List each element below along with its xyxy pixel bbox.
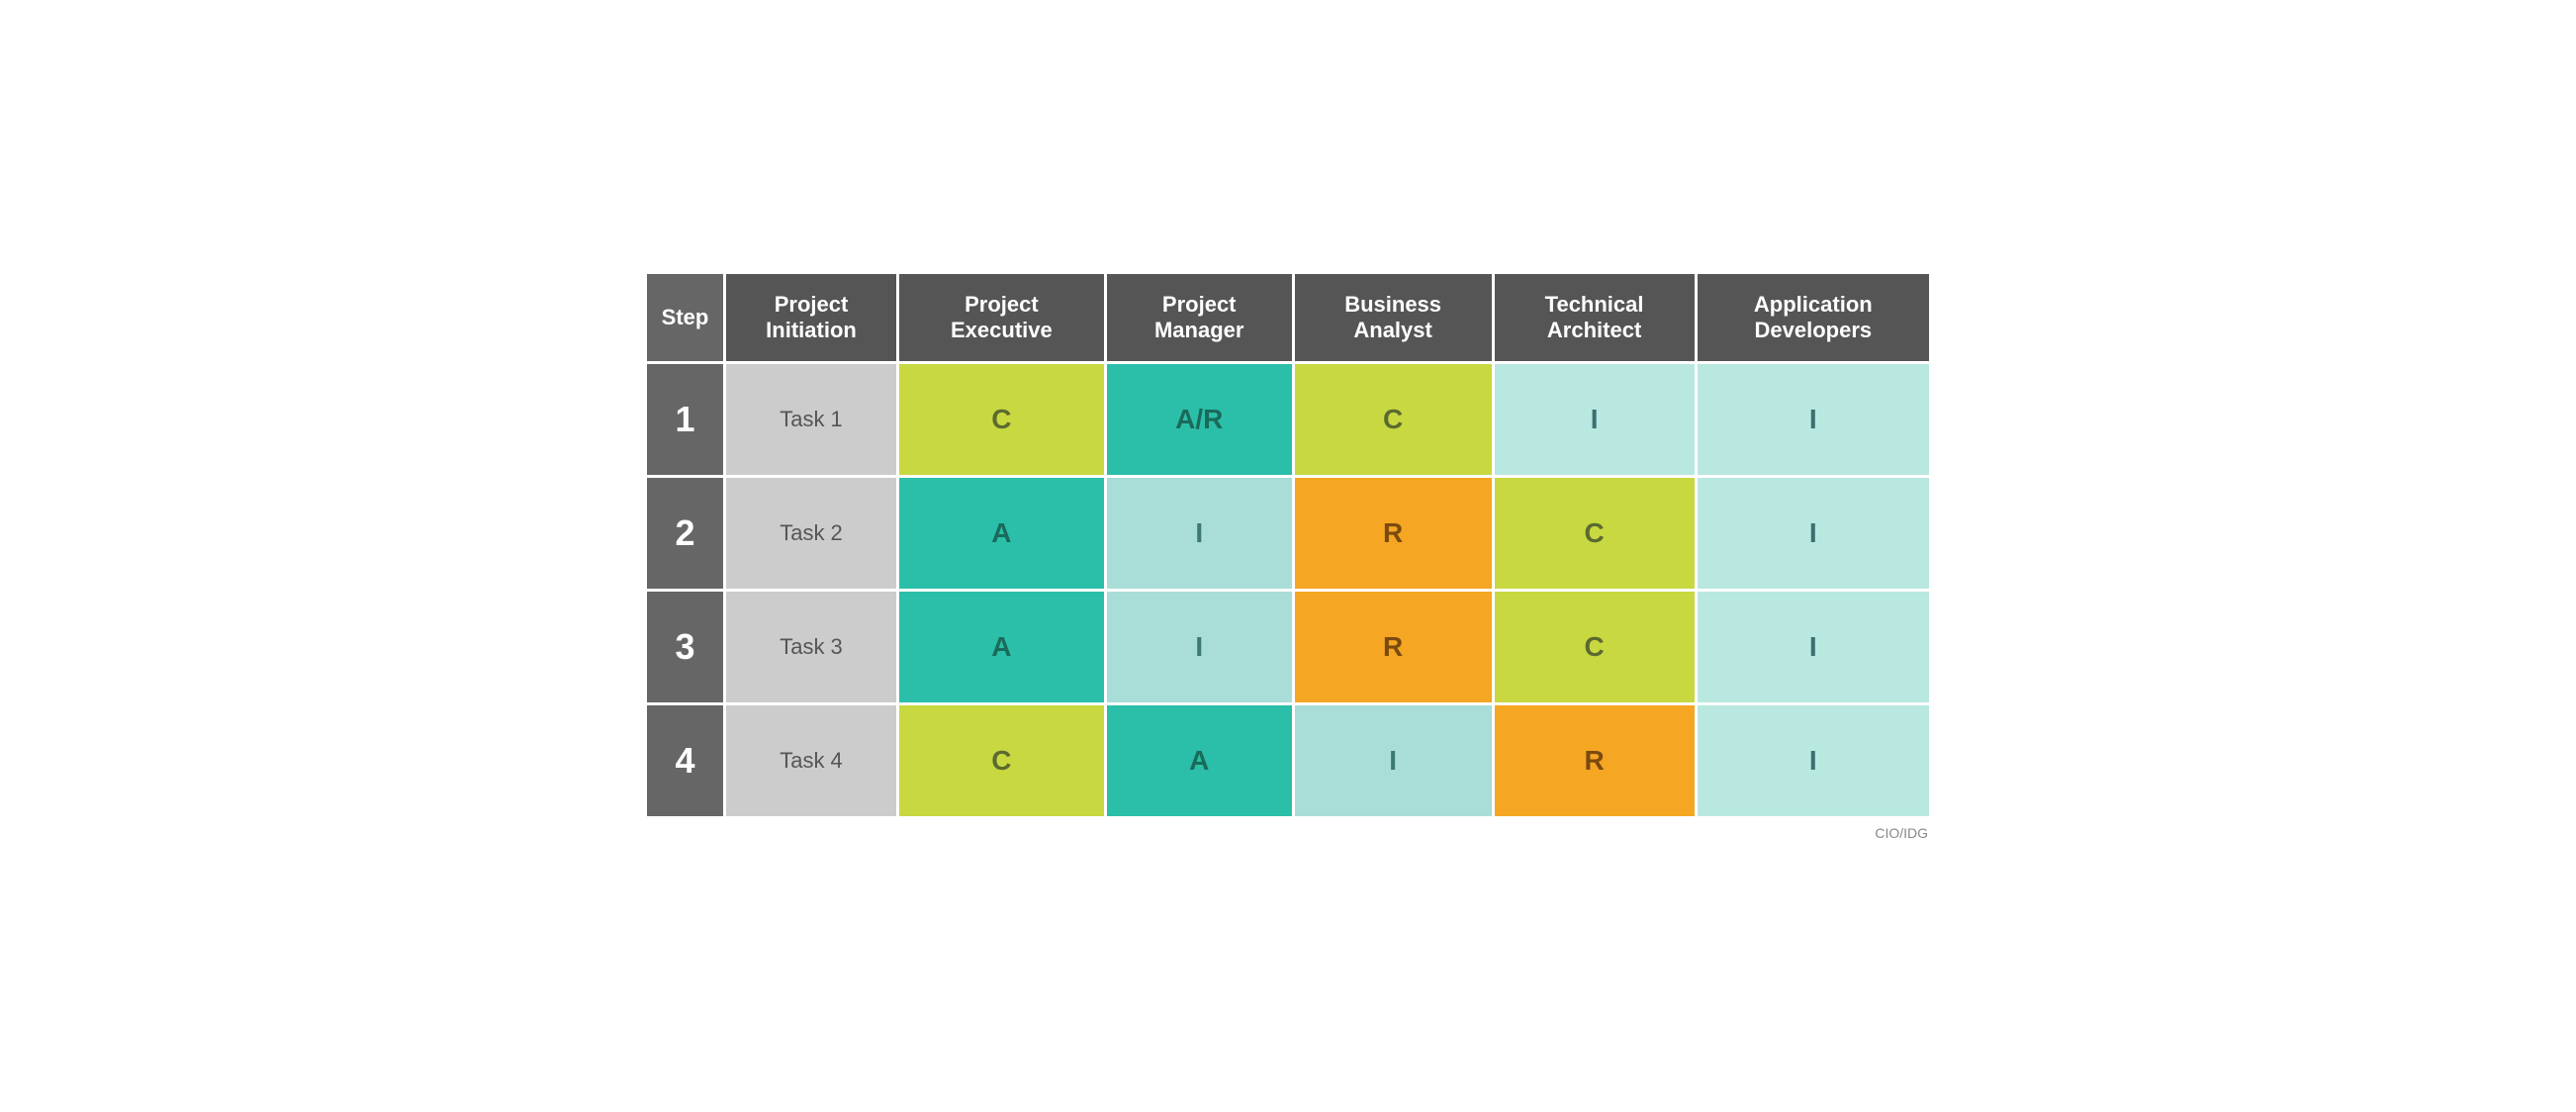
raci-table: Step ProjectInitiation ProjectExecutive … [644, 271, 1932, 819]
raci-cell: A [898, 477, 1106, 591]
raci-cell: R [1493, 704, 1696, 818]
raci-cell: A/R [1105, 363, 1293, 477]
raci-cell: C [1493, 477, 1696, 591]
header-technical-architect: TechnicalArchitect [1493, 273, 1696, 363]
header-step: Step [646, 273, 725, 363]
raci-cell: A [898, 591, 1106, 704]
task-name: Task 3 [725, 591, 898, 704]
task-name: Task 4 [725, 704, 898, 818]
header-project-manager: ProjectManager [1105, 273, 1293, 363]
raci-cell: A [1105, 704, 1293, 818]
raci-cell: C [898, 363, 1106, 477]
header-application-developers: ApplicationDevelopers [1696, 273, 1930, 363]
raci-cell: I [1696, 477, 1930, 591]
step-number: 1 [646, 363, 725, 477]
raci-cell: I [1696, 704, 1930, 818]
table-row: 2Task 2AIRCI [646, 477, 1931, 591]
table-row: 3Task 3AIRCI [646, 591, 1931, 704]
raci-cell: I [1696, 363, 1930, 477]
header-project-initiation: ProjectInitiation [725, 273, 898, 363]
raci-cell: I [1293, 704, 1493, 818]
watermark: CIO/IDG [644, 825, 1932, 841]
step-number: 3 [646, 591, 725, 704]
raci-cell: I [1493, 363, 1696, 477]
raci-cell: I [1105, 477, 1293, 591]
raci-cell: I [1105, 591, 1293, 704]
raci-cell: R [1293, 477, 1493, 591]
task-name: Task 1 [725, 363, 898, 477]
table-row: 1Task 1CA/RCII [646, 363, 1931, 477]
step-number: 2 [646, 477, 725, 591]
raci-cell: I [1696, 591, 1930, 704]
header-business-analyst: BusinessAnalyst [1293, 273, 1493, 363]
raci-cell: C [898, 704, 1106, 818]
raci-cell: C [1293, 363, 1493, 477]
header-project-executive: ProjectExecutive [898, 273, 1106, 363]
step-number: 4 [646, 704, 725, 818]
header-row: Step ProjectInitiation ProjectExecutive … [646, 273, 1931, 363]
task-name: Task 2 [725, 477, 898, 591]
table-row: 4Task 4CAIRI [646, 704, 1931, 818]
raci-cell: C [1493, 591, 1696, 704]
raci-container: Step ProjectInitiation ProjectExecutive … [644, 271, 1932, 841]
raci-cell: R [1293, 591, 1493, 704]
